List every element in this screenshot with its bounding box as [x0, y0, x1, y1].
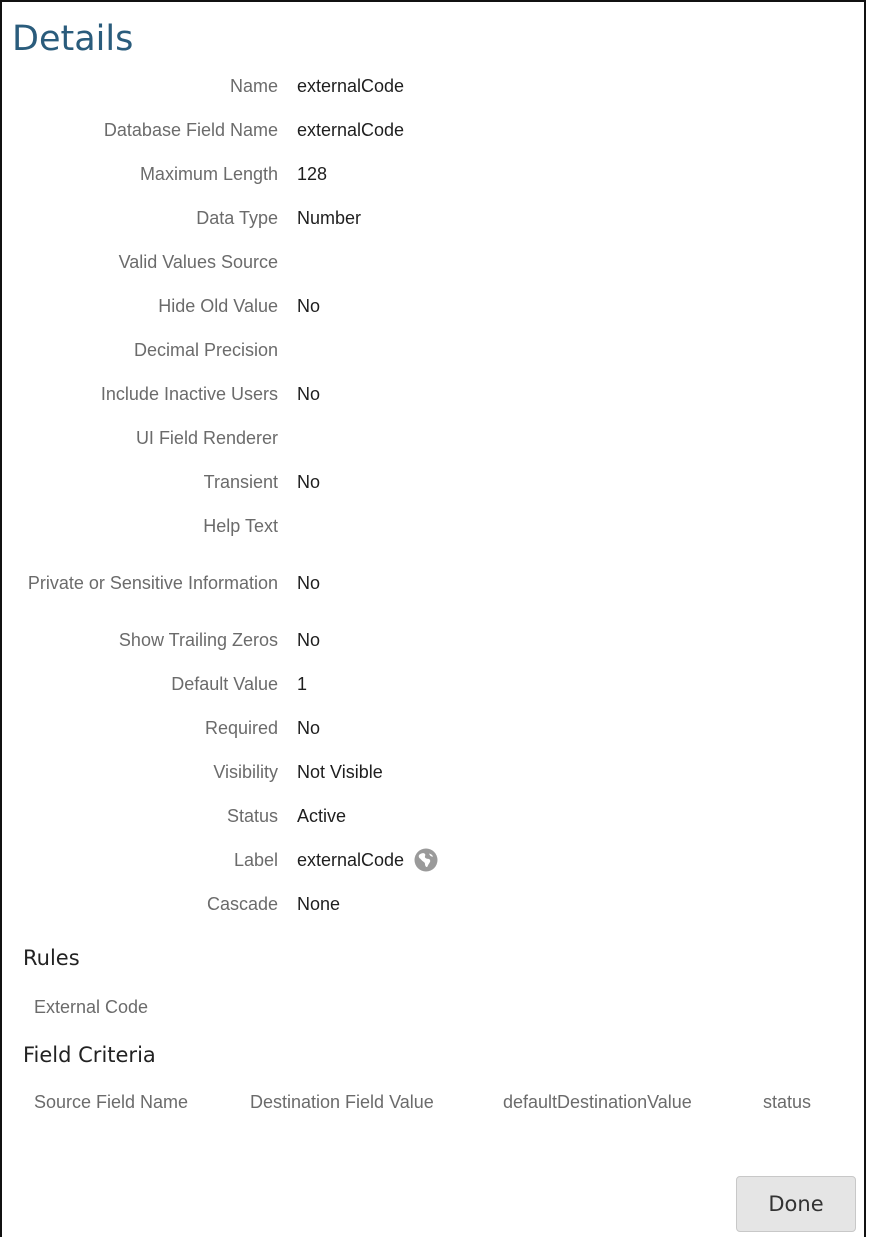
globe-icon[interactable] — [413, 847, 439, 873]
field-row-private-or-sensitive-information: Private or Sensitive Information No — [2, 548, 862, 618]
field-label: Private or Sensitive Information — [27, 573, 278, 593]
field-row-label: Label externalCode — [2, 838, 862, 882]
field-label: Valid Values Source — [118, 252, 278, 272]
field-row-name: Name externalCode — [2, 64, 862, 108]
field-criteria-heading: Field Criteria — [23, 1043, 156, 1067]
field-label: Hide Old Value — [158, 296, 278, 316]
field-label: Show Trailing Zeros — [118, 630, 278, 650]
field-label: Name — [229, 76, 278, 96]
field-row-show-trailing-zeros: Show Trailing Zeros No — [2, 618, 862, 662]
field-row-visibility: Visibility Not Visible — [2, 750, 862, 794]
field-row-cascade: Cascade None — [2, 882, 862, 926]
field-value: Active — [297, 805, 347, 826]
dialog-title: Details — [12, 19, 134, 59]
field-value: None — [297, 893, 341, 914]
field-row-database-field-name: Database Field Name externalCode — [2, 108, 862, 152]
field-label: Maximum Length — [139, 164, 278, 184]
field-details-list: Name externalCode Database Field Name ex… — [2, 64, 862, 926]
field-label: Database Field Name — [103, 120, 278, 140]
field-value: No — [297, 629, 321, 650]
rules-heading: Rules — [23, 946, 80, 970]
field-row-required: Required No — [2, 706, 862, 750]
field-row-ui-field-renderer: UI Field Renderer — [2, 416, 862, 460]
field-row-data-type: Data Type Number — [2, 196, 862, 240]
field-row-hide-old-value: Hide Old Value No — [2, 284, 862, 328]
field-row-default-value: Default Value 1 — [2, 662, 862, 706]
rule-item: External Code — [34, 997, 149, 1017]
field-value: No — [297, 717, 321, 738]
field-row-help-text: Help Text — [2, 504, 862, 548]
field-row-decimal-precision: Decimal Precision — [2, 328, 862, 372]
field-value: Not Visible — [297, 761, 383, 782]
field-label: Required — [204, 718, 278, 738]
field-row-status: Status Active — [2, 794, 862, 838]
field-row-include-inactive-users: Include Inactive Users No — [2, 372, 862, 416]
field-value: 1 — [297, 673, 308, 694]
field-value: 128 — [297, 163, 328, 184]
field-value: externalCode — [297, 75, 405, 96]
column-header-default-destination-value: defaultDestinationValue — [503, 1092, 692, 1112]
field-value-with-translations: externalCode — [297, 847, 439, 873]
field-label: Visibility — [213, 762, 278, 782]
field-label: Decimal Precision — [133, 340, 278, 360]
column-header-destination-field-value: Destination Field Value — [250, 1092, 434, 1112]
field-criteria-column-headers: Source Field Name Destination Field Valu… — [2, 1092, 862, 1116]
field-value: externalCode — [297, 119, 405, 140]
column-header-source-field-name: Source Field Name — [34, 1092, 189, 1112]
field-label: Include Inactive Users — [100, 384, 278, 404]
field-value: No — [297, 295, 321, 316]
column-header-status: status — [763, 1092, 812, 1112]
field-label: Label — [233, 850, 278, 870]
done-button[interactable]: Done — [736, 1176, 856, 1232]
field-label: Data Type — [196, 208, 278, 228]
field-value: No — [297, 572, 321, 593]
field-row-transient: Transient No — [2, 460, 862, 504]
field-label: Transient — [203, 472, 278, 492]
field-label: Default Value — [171, 674, 278, 694]
field-label: UI Field Renderer — [135, 428, 278, 448]
field-row-valid-values-source: Valid Values Source — [2, 240, 862, 284]
field-label: Cascade — [206, 894, 278, 914]
field-value: externalCode — [297, 849, 405, 870]
field-row-maximum-length: Maximum Length 128 — [2, 152, 862, 196]
field-value: Number — [297, 207, 362, 228]
field-label: Status — [226, 806, 278, 826]
field-value: No — [297, 383, 321, 404]
field-label: Help Text — [203, 516, 278, 536]
field-value: No — [297, 471, 321, 492]
details-dialog: Details Name externalCode Database Field… — [0, 0, 866, 1237]
